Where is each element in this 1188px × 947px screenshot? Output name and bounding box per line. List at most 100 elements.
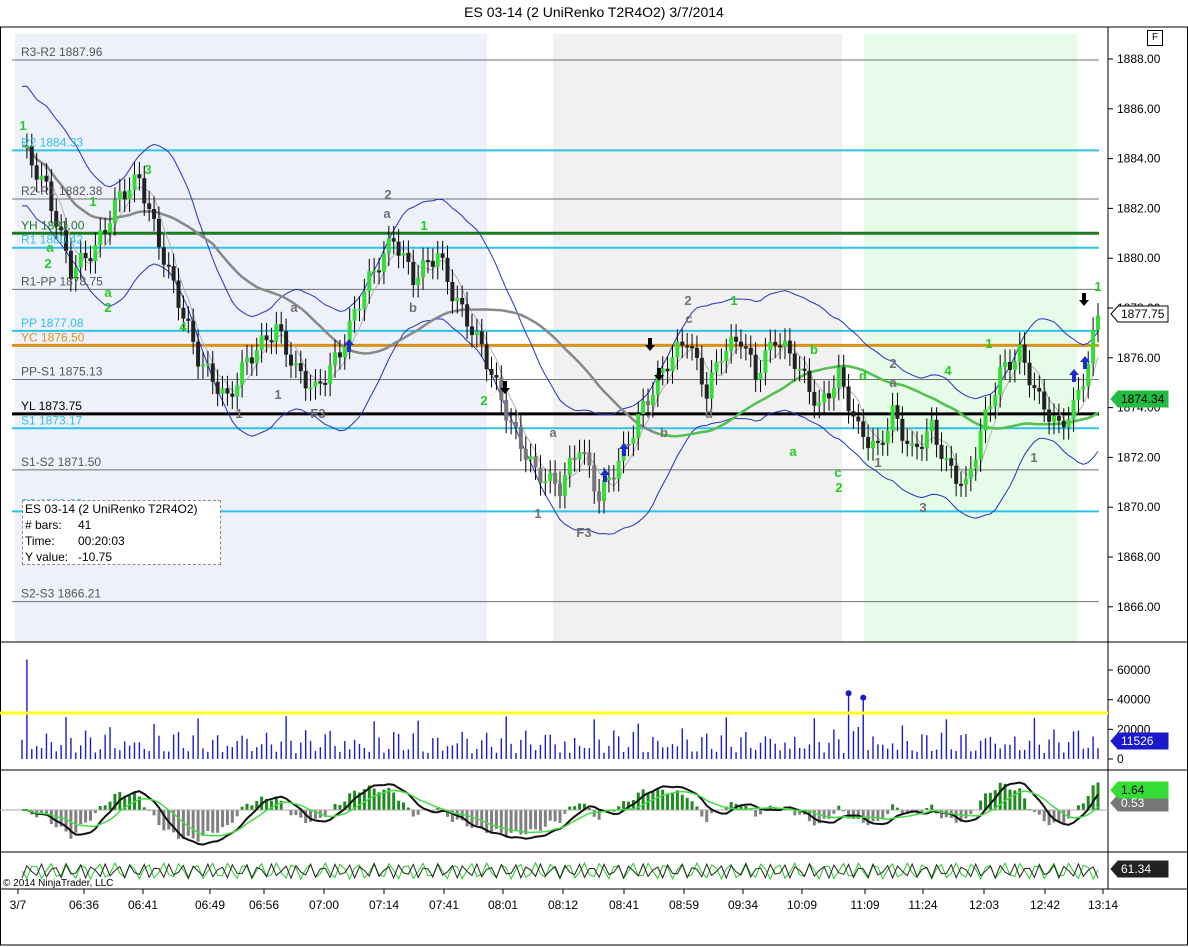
price-bar-body xyxy=(694,348,699,358)
info-time-value: 00:20:03 xyxy=(78,534,125,548)
price-bar-body xyxy=(98,230,103,246)
level-label: R2 1884.33 xyxy=(21,135,83,149)
price-bar-body xyxy=(171,266,176,281)
price-bar-body xyxy=(39,175,44,180)
price-bar-body xyxy=(861,421,866,437)
info-time-label: Time: xyxy=(25,534,55,548)
wave-label: 1 xyxy=(274,387,281,402)
price-bar-body xyxy=(132,174,137,190)
time-tick-label: 08:12 xyxy=(548,898,578,912)
wave-label: 2 xyxy=(684,293,691,308)
price-bar-body xyxy=(337,352,342,358)
price-bar-body xyxy=(391,238,396,242)
wave-label: a xyxy=(889,375,897,390)
price-bar-body xyxy=(156,218,161,248)
price-bar-body xyxy=(675,341,680,358)
price-bar-body xyxy=(435,253,440,267)
volume-axis: 6000040000200000 xyxy=(1108,663,1151,766)
price-bar-body xyxy=(34,165,39,180)
session-band xyxy=(553,34,842,642)
price-bar-body xyxy=(778,345,783,348)
price-bar-body xyxy=(440,253,445,258)
price-bar-body xyxy=(905,440,910,444)
price-bar-body xyxy=(318,381,323,384)
price-bar-body xyxy=(513,422,518,427)
wave-label: 1 xyxy=(420,218,427,233)
wave-label: c xyxy=(685,311,692,326)
price-bar-body xyxy=(768,341,773,351)
price-axis: 1888.001886.001884.001882.001880.001878.… xyxy=(1108,52,1161,614)
price-bar-body xyxy=(553,472,558,484)
price-bar-body xyxy=(528,456,533,460)
price-bar-body xyxy=(973,459,978,469)
volume-marker xyxy=(845,690,852,697)
price-bar-body xyxy=(866,436,871,449)
price-bar-body xyxy=(386,238,391,254)
price-bar-body xyxy=(166,264,171,267)
price-bar-body xyxy=(734,336,739,342)
price-bar-body xyxy=(641,400,646,415)
price-bar-body xyxy=(773,341,778,346)
price-bar-body xyxy=(377,270,382,273)
price-bar-body xyxy=(959,483,964,486)
wave-label: 2 xyxy=(104,300,111,315)
level-label: S2-S3 1866.21 xyxy=(21,587,101,601)
price-bar-body xyxy=(401,252,406,256)
info-box: ES 03-14 (2 UniRenko T2R4O2) # bars: 41 T… xyxy=(22,500,221,565)
price-bar-body xyxy=(176,280,181,308)
price-bar-body xyxy=(807,370,812,392)
info-y-label: Y value: xyxy=(25,550,69,564)
price-tick-label: 1870.00 xyxy=(1117,500,1161,514)
price-bar-body xyxy=(1051,416,1056,422)
price-bar-body xyxy=(152,209,157,219)
time-tick-label: 07:41 xyxy=(429,898,459,912)
wave-label: 3 xyxy=(144,162,151,177)
level-label: R1-PP 1878.75 xyxy=(21,274,103,288)
price-bar-body xyxy=(616,460,621,480)
price-bar-body xyxy=(367,271,372,292)
price-bar-body xyxy=(489,369,494,375)
wave-label: 1 xyxy=(874,455,881,470)
price-bar-body xyxy=(445,257,450,282)
price-bar-body xyxy=(660,368,665,373)
price-bar-body xyxy=(88,258,93,262)
price-tick-label: 1886.00 xyxy=(1117,102,1161,116)
price-bar-body xyxy=(205,363,210,366)
price-bar-body xyxy=(562,474,567,496)
price-bar-body xyxy=(690,346,695,349)
price-bar-body xyxy=(240,362,245,386)
wave-label: b xyxy=(810,342,818,357)
wave-label: a xyxy=(789,444,797,459)
price-bar-body xyxy=(494,374,499,378)
volume-tick-label: 0 xyxy=(1117,752,1124,766)
price-bar-body xyxy=(929,419,934,431)
price-bar-body xyxy=(846,386,851,412)
chart-canvas[interactable]: 1231a2a4a11 F32ab12a1F32c1bdbadc22a134111… xyxy=(0,0,1188,947)
price-bar-body xyxy=(919,446,924,449)
price-bar-body xyxy=(924,430,929,449)
price-bar-body xyxy=(944,458,949,461)
price-bar-body xyxy=(1003,361,1008,368)
info-y-value: -10.75 xyxy=(78,550,113,564)
price-bar-body xyxy=(963,478,968,485)
price-bar-body xyxy=(817,402,822,406)
wave-label: b xyxy=(409,300,417,315)
price-tick-label: 1888.00 xyxy=(1117,52,1161,66)
price-bar-body xyxy=(1076,389,1081,400)
price-bar-body xyxy=(812,391,817,406)
time-tick-label: 3/7 xyxy=(10,898,27,912)
wave-label: b xyxy=(660,425,668,440)
price-bar-body xyxy=(372,270,377,273)
wave-label: 2 xyxy=(835,480,842,495)
price-bar-body xyxy=(831,387,836,399)
price-bar-body xyxy=(802,368,807,371)
wave-label: 3 xyxy=(919,500,926,515)
time-tick-label: 06:41 xyxy=(128,898,158,912)
price-bar-body xyxy=(112,199,117,224)
price-bar-body xyxy=(729,336,734,352)
price-bar-body xyxy=(333,352,338,366)
format-button[interactable]: F xyxy=(1147,30,1163,46)
price-bar-body xyxy=(284,331,289,355)
time-tick-label: 09:34 xyxy=(728,898,758,912)
price-bar-body xyxy=(738,341,743,347)
